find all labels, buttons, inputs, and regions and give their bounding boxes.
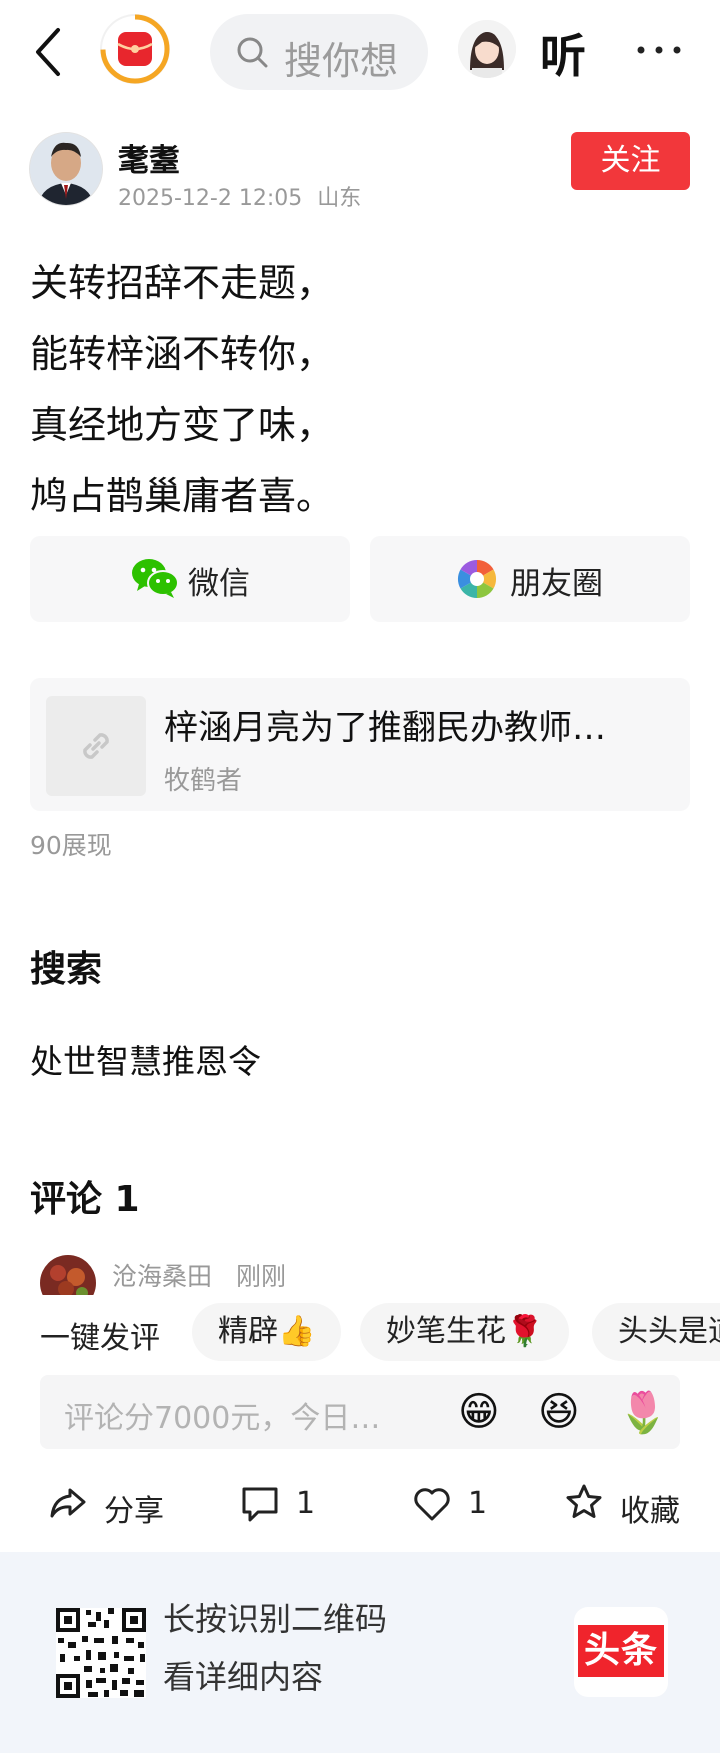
more-button[interactable] [633,30,685,70]
back-arrow-icon [36,28,60,76]
link-icon [83,733,109,759]
listen-button[interactable]: 听 [540,20,586,86]
commenter-avatar [40,1255,96,1295]
collect-action[interactable]: 收藏 [564,1482,694,1529]
star-icon [566,1484,602,1518]
view-count: 90展现 [30,831,112,860]
link-title: 梓涵月亮为了推翻民办教师… [164,708,606,748]
author-name[interactable]: 耄耋 [118,135,180,180]
top-bar: 搜你想 听 [0,0,720,110]
share-action[interactable]: 分享 [48,1482,178,1529]
heart-icon [414,1488,450,1521]
quick-comment-chip[interactable]: 头头是道 [592,1303,720,1361]
author-avatar[interactable] [30,133,102,205]
collect-label: 收藏 [620,1494,680,1529]
share-wechat-button[interactable]: 微信 [30,536,350,622]
wechat-icon [132,559,179,598]
comment-count: 1 [296,1486,316,1521]
back-button[interactable] [30,22,70,82]
author-photo-icon [30,133,102,205]
comment-item[interactable]: 沧海桑田 刚刚 [40,1255,700,1295]
search-placeholder: 搜你想 [284,39,399,83]
share-icon [50,1488,86,1518]
search-section-heading: 搜索 [30,949,103,990]
footer-line-1: 长按识别二维码 [163,1600,388,1638]
red-packet-icon [100,14,170,84]
emoji-tulip-button[interactable]: 🌷 [618,1389,668,1436]
quick-comment-chip[interactable]: 妙笔生花🌹 [360,1303,570,1361]
follow-button[interactable]: 关注 [571,132,690,190]
comment-icon [242,1487,278,1522]
footer-banner: 长按识别二维码 看详细内容 头条 [0,1552,720,1753]
link-thumbnail [46,696,146,796]
post-body: 关转招辞不走题， 能转梓涵不转你， 真经地方变了味， 鸠占鹊巢庸者喜。 [30,248,334,532]
share-moments-label: 朋友圈 [510,566,603,602]
comment-action[interactable]: 1 [240,1482,340,1528]
comment-input[interactable]: 评论分7000元，今日… 😁 😆 🌷 [40,1375,680,1449]
more-dots-icon [637,46,681,54]
share-action-label: 分享 [104,1494,164,1529]
link-card[interactable]: 梓涵月亮为了推翻民办教师… 牧鹤者 [30,678,690,811]
like-count: 1 [468,1486,488,1521]
emoji-grin-button[interactable]: 😁 [458,1389,500,1435]
quick-comment-label: 一键发评 [40,1321,160,1356]
toutiao-logo-text: 头条 [578,1625,664,1677]
post-line: 能转梓涵不转你， [30,332,335,376]
link-source: 牧鹤者 [164,766,243,796]
post-location: 山东 [317,186,362,211]
red-packet-button[interactable] [100,14,170,84]
comment-input-placeholder: 评论分7000元，今日… [64,1401,381,1436]
search-box[interactable]: 搜你想 [210,14,428,90]
comment-time: 刚刚 [236,1262,287,1291]
commenter-name: 沧海桑田 [112,1262,213,1291]
qr-code-icon[interactable] [56,1608,146,1698]
emoji-laugh-button[interactable]: 😆 [538,1389,580,1435]
user-avatar[interactable] [458,20,516,78]
quick-comment-bar: 一键发评 精辟👍 妙笔生花🌹 头头是道 [0,1298,720,1370]
post-datetime: 2025-12-2 12:05 [118,186,303,211]
related-search-term[interactable]: 处世智慧推恩令 [30,1035,261,1083]
quick-comment-chip[interactable]: 精辟👍 [192,1303,342,1361]
post-meta: 2025-12-2 12:05 山东 [118,180,361,212]
share-wechat-label: 微信 [188,566,250,602]
post-line: 真经地方变了味， [30,403,335,447]
comments-heading: 评论 1 [30,1179,140,1220]
toutiao-logo: 头条 [574,1607,668,1697]
search-icon [237,37,268,68]
post-line: 鸠占鹊巢庸者喜。 [30,474,335,518]
action-bar: 分享 1 1 收藏 [0,1460,720,1550]
share-moments-button[interactable]: 朋友圈 [370,536,690,622]
like-action[interactable]: 1 [412,1482,512,1528]
footer-line-2: 看详细内容 [163,1658,324,1696]
avatar-girl-icon [458,20,516,78]
post-line: 关转招辞不走题， [30,261,335,305]
moments-icon [457,559,497,599]
